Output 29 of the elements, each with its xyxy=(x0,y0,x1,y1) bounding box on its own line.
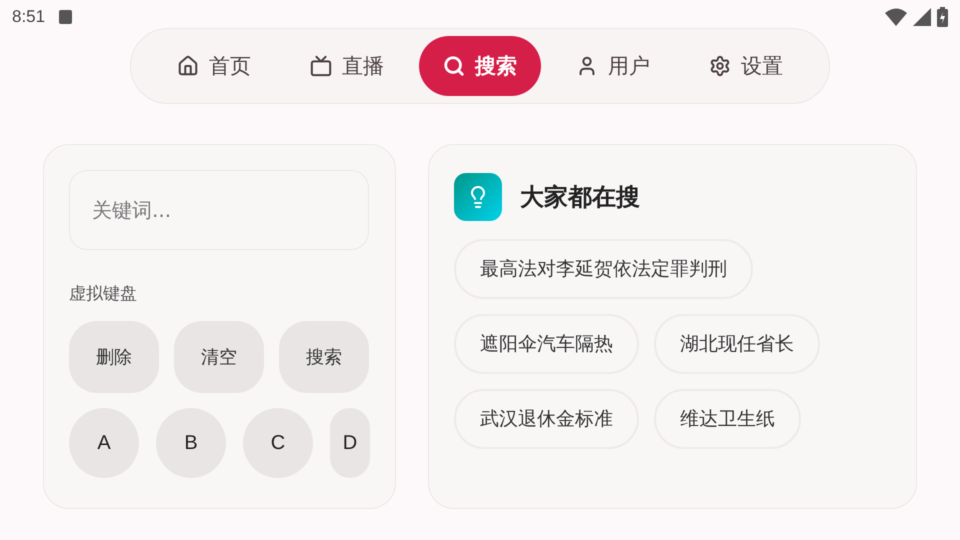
nav-tab[interactable]: 搜索 xyxy=(419,36,541,96)
trending-title: 大家都在搜 xyxy=(520,182,640,213)
keyboard-action-button[interactable]: 清空 xyxy=(174,321,264,393)
signal-icon xyxy=(913,8,931,26)
search-chip[interactable]: 最高法对李延贺依法定罪判刑 xyxy=(454,239,754,299)
search-chip[interactable]: 武汉退休金标准 xyxy=(454,389,640,449)
search-chip[interactable]: 维达卫生纸 xyxy=(654,389,802,449)
wifi-icon xyxy=(885,8,907,26)
tv-icon xyxy=(310,55,332,77)
keyboard-key[interactable]: C xyxy=(243,408,313,478)
nav-tab[interactable]: 用户 xyxy=(552,36,674,96)
nav-tab[interactable]: 首页 xyxy=(153,36,275,96)
keyboard-action-button[interactable]: 删除 xyxy=(69,321,159,393)
nav-tab[interactable]: 直播 xyxy=(286,36,408,96)
keyboard-key[interactable]: B xyxy=(156,408,226,478)
battery-icon xyxy=(937,7,948,27)
status-time: 8:51 xyxy=(12,7,46,27)
keyboard-key[interactable]: A xyxy=(69,408,139,478)
nav-tab[interactable]: 设置 xyxy=(685,36,807,96)
settings-icon xyxy=(709,55,731,77)
home-icon xyxy=(177,55,199,77)
keyboard-key[interactable]: D xyxy=(330,408,370,478)
search-icon xyxy=(443,55,465,77)
lightbulb-icon xyxy=(454,173,502,221)
search-chip[interactable]: 遮阳伞汽车隔热 xyxy=(454,314,640,374)
keyboard-action-button[interactable]: 搜索 xyxy=(279,321,369,393)
keyword-input[interactable]: 关键词... xyxy=(69,170,369,250)
search-chip[interactable]: 湖北现任省长 xyxy=(654,314,820,374)
keyboard-label: 虚拟键盘 xyxy=(69,283,138,305)
